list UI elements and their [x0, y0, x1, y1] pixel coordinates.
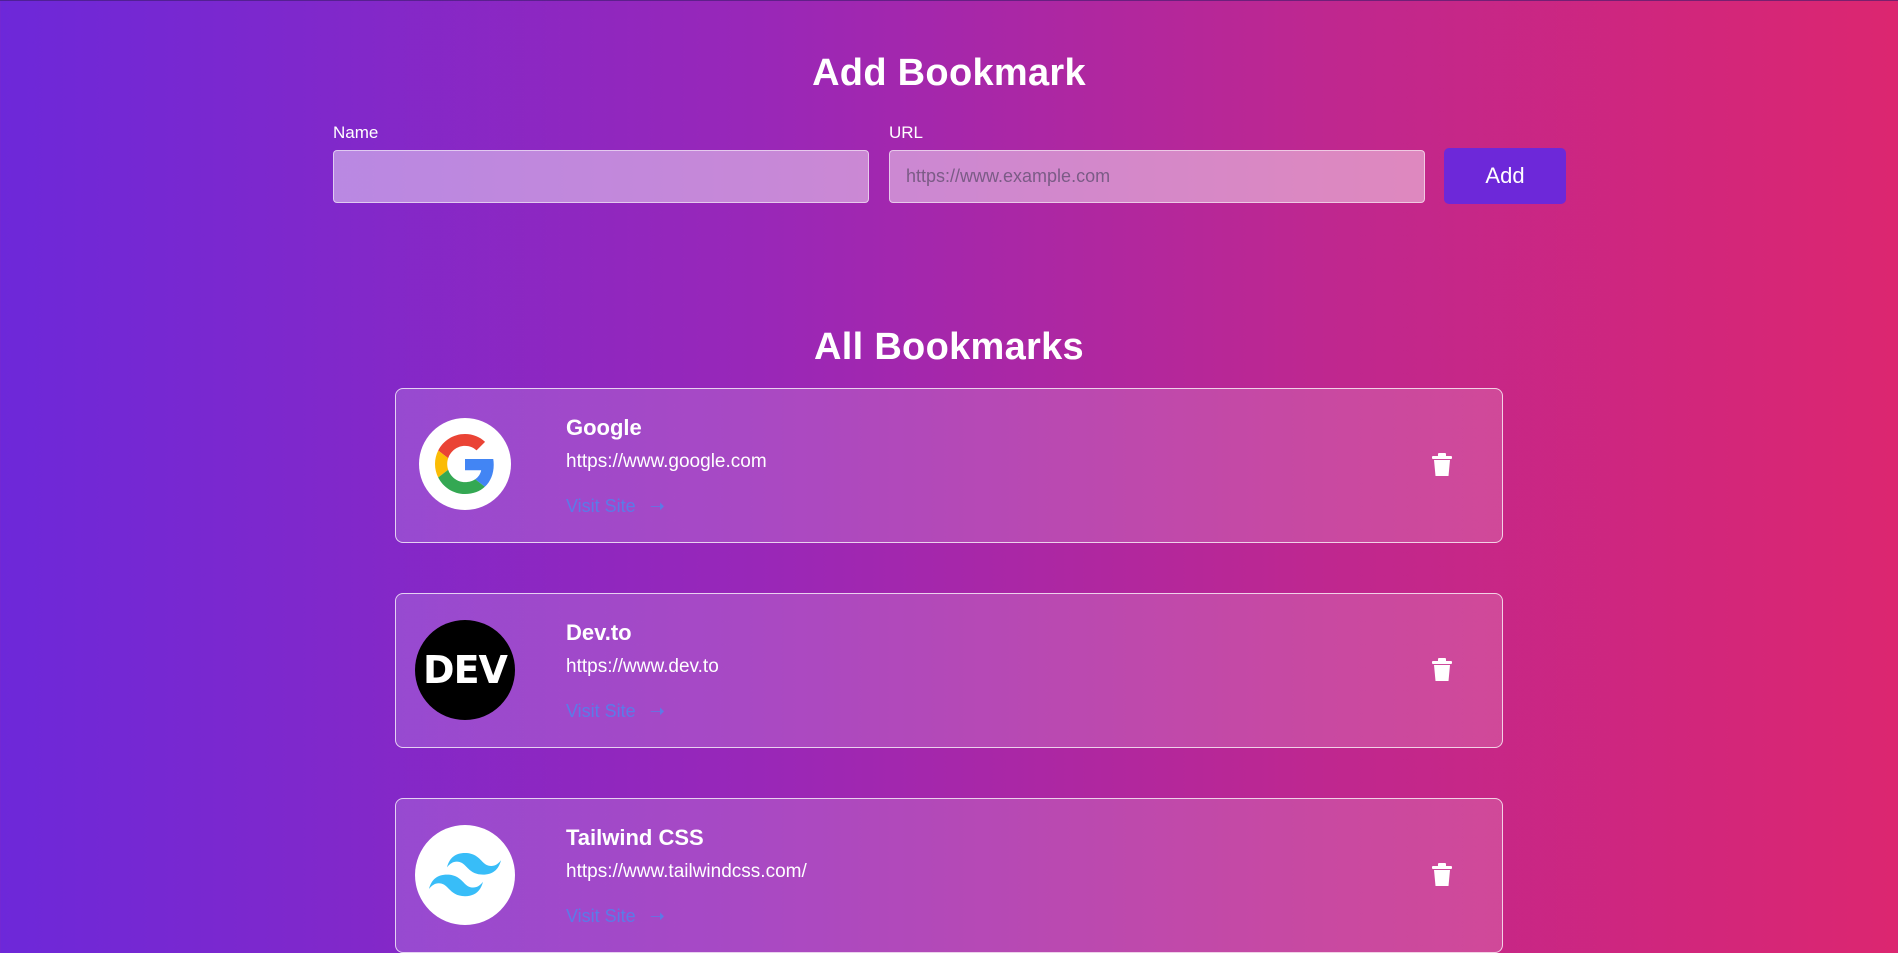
bookmark-name: Tailwind CSS — [566, 825, 704, 850]
bookmark-url: https://www.google.com — [566, 451, 767, 472]
bookmark-url: https://www.tailwindcss.com/ — [566, 861, 807, 882]
all-bookmarks-heading: All Bookmarks — [814, 326, 1084, 368]
top-border — [0, 0, 1898, 1]
bookmark-card: Google https://www.google.com Visit Site… — [395, 388, 1503, 543]
arrow-right-icon: ➝ — [649, 701, 665, 721]
visit-site-link[interactable]: Visit Site ➝ — [566, 496, 665, 517]
url-label: URL — [889, 123, 924, 142]
arrow-right-icon: ➝ — [649, 906, 665, 926]
bookmark-card: Tailwind CSS https://www.tailwindcss.com… — [395, 798, 1503, 953]
visit-site-label: Visit Site — [566, 496, 636, 516]
trash-icon[interactable] — [1432, 863, 1452, 887]
visit-site-link[interactable]: Visit Site ➝ — [566, 906, 665, 927]
visit-site-label: Visit Site — [566, 906, 636, 926]
bookmark-name: Google — [566, 415, 642, 440]
google-logo-icon — [419, 418, 511, 510]
name-label: Name — [333, 123, 379, 142]
trash-icon[interactable] — [1432, 453, 1452, 477]
bookmark-card: DEV Dev.to https://www.dev.to Visit Site… — [395, 593, 1503, 748]
bookmark-url: https://www.dev.to — [566, 656, 719, 677]
visit-site-label: Visit Site — [566, 701, 636, 721]
dev-logo-icon: DEV — [415, 620, 515, 720]
add-bookmark-heading: Add Bookmark — [812, 52, 1086, 94]
dev-logo-text: DEV — [423, 648, 508, 692]
tailwind-logo-icon — [415, 825, 515, 925]
add-button[interactable]: Add — [1444, 148, 1566, 204]
arrow-right-icon: ➝ — [649, 496, 665, 516]
trash-icon[interactable] — [1432, 658, 1452, 682]
bookmark-name: Dev.to — [566, 620, 632, 645]
url-input[interactable] — [889, 150, 1425, 203]
name-input[interactable] — [333, 150, 869, 203]
visit-site-link[interactable]: Visit Site ➝ — [566, 701, 665, 722]
